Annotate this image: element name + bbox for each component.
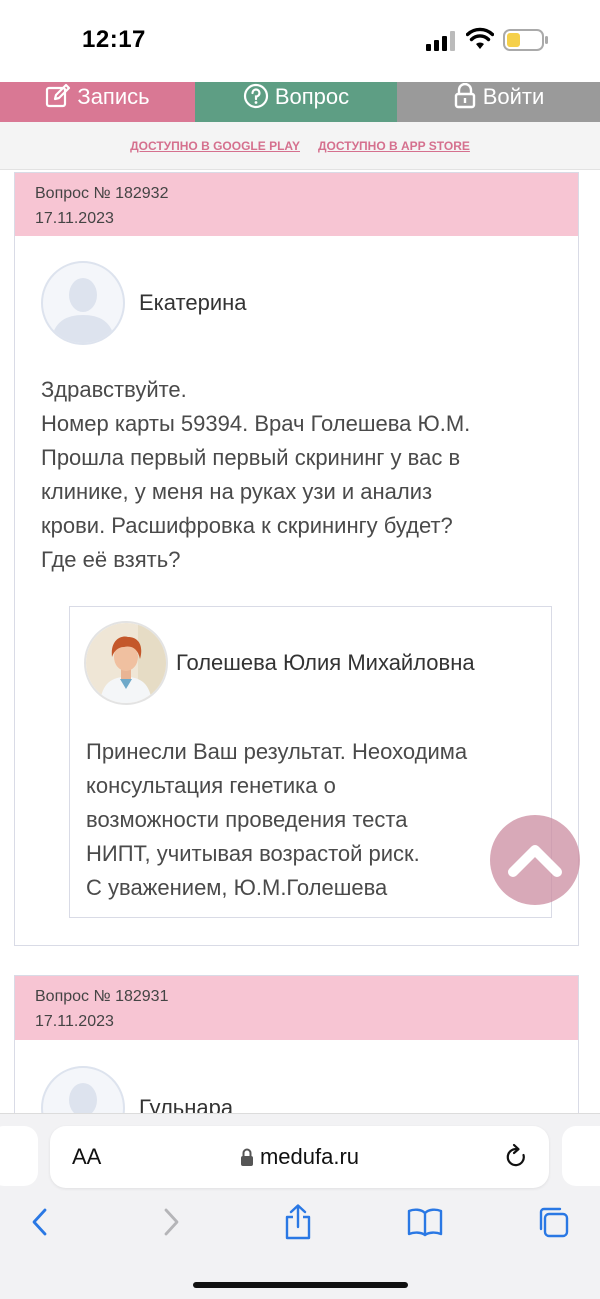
question-label: Вопрос: [274, 84, 350, 109]
doctor-name: Голешева Юлия Михайловна: [176, 650, 475, 675]
home-indicator: [193, 1282, 408, 1288]
doctor-photo: [84, 621, 168, 705]
answer-doctor: Голешева Юлия Михайловна: [84, 621, 475, 705]
question-date: 17.11.2023: [35, 210, 114, 227]
answer-line: консультация генетика о: [86, 773, 336, 798]
question-number: Вопрос № 182932: [35, 185, 169, 202]
question-circle-icon: [243, 83, 268, 109]
chevron-left-icon: [32, 1208, 47, 1236]
scroll-to-top-button[interactable]: [490, 815, 580, 905]
user-placeholder-icon: [51, 278, 115, 343]
answer-text: Принесли Ваш результат. Неоходима консул…: [86, 735, 467, 905]
url-display[interactable]: medufa.ru: [50, 1144, 549, 1170]
answer-line: НИПТ, учитывая возрастой риск.: [86, 841, 420, 866]
author-name: Гульнара: [139, 1095, 234, 1115]
answer-line: Принесли Ваш результат. Неоходима: [86, 739, 468, 764]
question-text: Здравствуйте. Номер карты 59394. Врач Го…: [41, 373, 470, 577]
address-bar[interactable]: AA medufa.ru: [50, 1126, 549, 1188]
status-time: 12:17: [82, 26, 146, 53]
edit-icon: [46, 83, 71, 108]
app-store-link[interactable]: ДОСТУПНО В APP STORE: [318, 139, 470, 153]
browser-toolbar: [0, 1202, 600, 1250]
back-button[interactable]: [20, 1202, 60, 1242]
doctor-answer: Голешева Юлия Михайловна Принесли Ваш ре…: [69, 606, 552, 918]
book-icon: [407, 1208, 443, 1237]
question-line: Здравствуйте.: [41, 377, 187, 402]
answer-line: С уважением, Ю.М.Голешева: [86, 875, 388, 900]
question-header: Вопрос № 182932 17.11.2023: [15, 173, 578, 236]
record-button[interactable]: Запись: [0, 82, 195, 122]
store-links: ДОСТУПНО В GOOGLE PLAY ДОСТУПНО В APP ST…: [0, 122, 600, 170]
question-line: Прошла первый первый скрининг у вас в: [41, 445, 461, 470]
doctor-portrait: [86, 623, 166, 703]
status-bar: 12:17: [0, 0, 600, 82]
question-card: Вопрос № 182931 17.11.2023 Гульнара: [14, 975, 579, 1115]
battery-low-icon: [503, 29, 548, 51]
question-date: 17.11.2023: [35, 1013, 114, 1030]
user-placeholder-icon: [69, 1083, 97, 1115]
tabs-button[interactable]: [533, 1202, 573, 1242]
tabs-icon: [539, 1207, 569, 1238]
previous-tab-preview[interactable]: [0, 1126, 38, 1186]
lock-icon: [240, 1148, 253, 1166]
question-line: Где её взять?: [41, 547, 181, 572]
question-header: Вопрос № 182931 17.11.2023: [15, 976, 578, 1040]
question-line: клинике, у меня на руках узи и анализ: [41, 479, 433, 504]
bookmarks-button[interactable]: [405, 1202, 445, 1242]
google-play-link[interactable]: ДОСТУПНО В GOOGLE PLAY: [130, 139, 300, 153]
author-name: Екатерина: [139, 290, 247, 315]
chevron-up-icon: [508, 845, 562, 877]
url-text: medufa.ru: [259, 1144, 360, 1169]
question-author: Гульнара: [41, 1066, 233, 1115]
cellular-signal-icon: [426, 31, 455, 51]
chevron-right-icon: [164, 1208, 179, 1236]
question-button[interactable]: Вопрос: [195, 82, 397, 122]
site-nav: Запись Вопрос Войти: [0, 82, 600, 122]
share-button[interactable]: [278, 1202, 318, 1242]
share-icon: [285, 1204, 311, 1240]
next-tab-preview[interactable]: [562, 1126, 600, 1186]
question-number: Вопрос № 182931: [35, 988, 169, 1005]
login-button[interactable]: Войти: [397, 82, 600, 122]
question-author: Екатерина: [41, 261, 247, 345]
avatar: [41, 261, 125, 345]
browser-bottom-bar: AA medufa.ru: [0, 1113, 600, 1299]
wifi-icon: [466, 27, 494, 49]
forward-button[interactable]: [151, 1202, 191, 1242]
avatar: [41, 1066, 125, 1115]
question-line: Номер карты 59394. Врач Голешева Ю.М.: [41, 411, 471, 436]
question-line: крови. Расшифровка к скринингу будет?: [41, 513, 453, 538]
question-card: Вопрос № 182932 17.11.2023 Екатерина Здр…: [14, 172, 579, 946]
answer-line: возможности проведения теста: [86, 807, 408, 832]
record-label: Запись: [77, 84, 150, 109]
login-label: Войти: [482, 84, 545, 109]
reload-icon[interactable]: [503, 1143, 529, 1171]
lock-icon: [454, 83, 475, 109]
